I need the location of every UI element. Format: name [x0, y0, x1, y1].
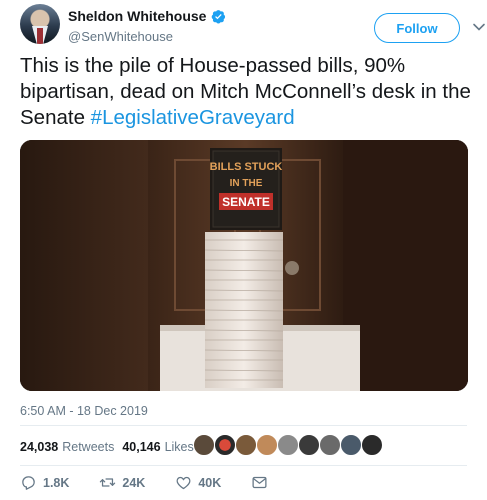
likes-stat[interactable]: 40,146 Likes — [122, 440, 193, 454]
name-row: Sheldon Whitehouse — [68, 8, 226, 24]
reply-icon — [22, 476, 35, 490]
retweet-button[interactable]: 24K — [99, 474, 145, 491]
retweets-count: 24,038 — [20, 440, 59, 454]
sign-line-2: IN THE — [230, 178, 263, 189]
reply-button[interactable]: 1.8K — [20, 474, 69, 491]
direct-message-button[interactable] — [251, 474, 268, 491]
retweet-icon — [100, 478, 116, 487]
like-button[interactable]: 40K — [175, 474, 221, 491]
liker-avatar[interactable] — [235, 434, 257, 456]
paper-stack — [204, 232, 284, 388]
engagement-stats: 24,038 Retweets 40,146 Likes — [20, 436, 202, 458]
tweet-text: This is the pile of House-passed bills, … — [20, 53, 475, 131]
retweets-stat[interactable]: 24,038 Retweets — [20, 440, 114, 454]
photo-illustration: BILLS STUCK IN THE SENATE — [20, 140, 468, 391]
liker-avatar[interactable] — [340, 434, 362, 456]
likes-count: 40,146 — [122, 440, 161, 454]
timestamp[interactable]: 6:50 AM - 18 Dec 2019 — [20, 404, 148, 418]
liker-avatar[interactable] — [319, 434, 341, 456]
handle[interactable]: @SenWhitehouse — [68, 29, 173, 44]
retweet-count: 24K — [122, 475, 146, 490]
liker-avatar[interactable] — [361, 434, 383, 456]
liker-avatar[interactable] — [256, 434, 278, 456]
avatar[interactable] — [20, 4, 60, 44]
liker-avatar[interactable] — [214, 434, 236, 456]
action-bar: 1.8K 24K 40K — [20, 474, 298, 491]
liker-avatar[interactable] — [298, 434, 320, 456]
liker-avatar[interactable] — [277, 434, 299, 456]
sign: BILLS STUCK IN THE SENATE — [210, 148, 283, 230]
divider-top — [20, 425, 467, 426]
retweets-label: Retweets — [62, 440, 115, 454]
liker-avatar[interactable] — [193, 434, 215, 456]
liker-avatars[interactable] — [193, 434, 383, 456]
tweet-header: Sheldon Whitehouse @SenWhitehouse Follow — [20, 4, 485, 48]
like-count: 40K — [198, 475, 222, 490]
mail-icon — [252, 476, 267, 489]
verified-badge-icon — [212, 9, 226, 23]
chevron-down-icon[interactable] — [472, 20, 486, 34]
heart-icon — [176, 476, 191, 490]
sign-line-1: BILLS STUCK — [210, 161, 283, 173]
divider-bottom — [20, 465, 467, 466]
follow-button[interactable]: Follow — [374, 13, 460, 43]
likes-label: Likes — [164, 440, 194, 454]
sign-line-3: SENATE — [222, 195, 270, 209]
display-name[interactable]: Sheldon Whitehouse — [68, 8, 206, 24]
avatar-tie — [37, 28, 43, 44]
reply-count: 1.8K — [43, 475, 70, 490]
tweet-photo[interactable]: BILLS STUCK IN THE SENATE — [20, 140, 468, 391]
hashtag-link[interactable]: #LegislativeGraveyard — [91, 106, 295, 129]
